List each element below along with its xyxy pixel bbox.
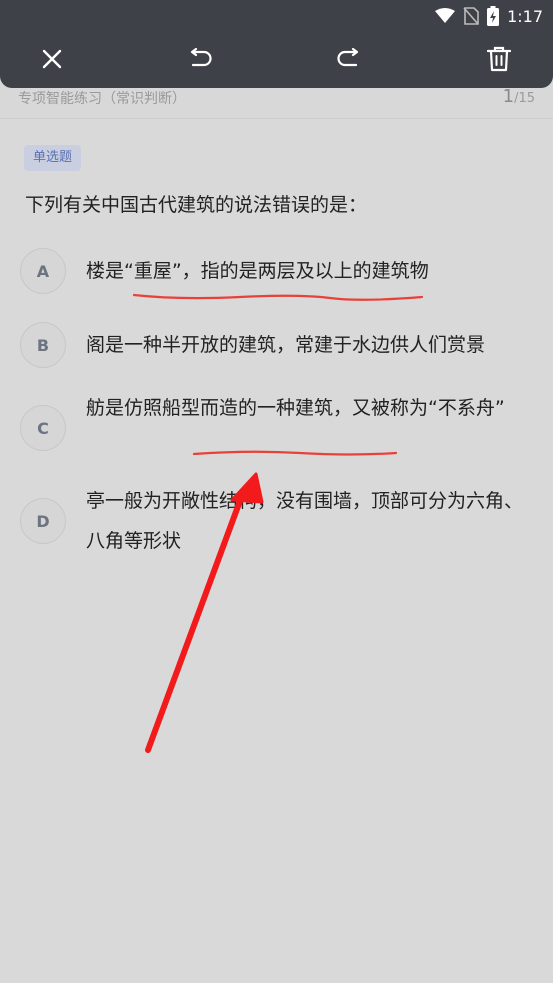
redo-button[interactable] — [334, 44, 364, 74]
status-bar: 1:17 — [435, 4, 543, 28]
option-b-text: 阁是一种半开放的建筑，常建于水边供人们赏景 — [86, 334, 486, 356]
delete-button[interactable] — [484, 44, 514, 74]
redo-icon — [337, 48, 359, 67]
option-b[interactable]: B 阁是一种半开放的建筑，常建于水边供人们赏景 — [20, 322, 540, 368]
option-a-text: 楼是“重屋”，指的是两层及以上的建筑物 — [86, 260, 429, 282]
underline-option-a — [132, 293, 424, 301]
wifi-icon — [435, 8, 456, 23]
current-question-number: 1 — [502, 86, 515, 107]
question-type-badge: 单选题 — [24, 145, 82, 171]
option-b-letter: B — [20, 322, 66, 368]
trash-icon — [487, 46, 511, 72]
undo-button[interactable] — [185, 44, 215, 74]
close-icon — [42, 49, 62, 69]
close-button[interactable] — [37, 44, 67, 74]
option-a[interactable]: A 楼是“重屋”，指的是两层及以上的建筑物 — [20, 248, 540, 294]
status-time: 1:17 — [507, 6, 543, 26]
option-d[interactable]: D 亭一般为开敞性结构，没有围墙，顶部可分为六角、八角等形状 — [20, 490, 540, 584]
option-d-text: 亭一般为开敞性结构，没有围墙，顶部可分为六角、八角等形状 — [86, 490, 524, 552]
question-counter: 1/15 — [503, 86, 535, 107]
undo-icon — [190, 48, 212, 67]
option-c-letter: C — [20, 405, 66, 451]
question-text: 下列有关中国古代建筑的说法错误的是： — [25, 194, 368, 216]
practice-title: 专项智能练习（常识判断） — [18, 91, 186, 107]
total-questions: /15 — [514, 91, 535, 106]
battery-charging-icon — [487, 6, 500, 26]
no-sim-icon — [463, 7, 479, 25]
top-toolbar: 1:17 — [0, 0, 553, 88]
option-c[interactable]: C 舫是仿照船型而造的一种建筑，又被称为“不系舟” — [20, 397, 540, 491]
option-a-letter: A — [20, 248, 66, 294]
option-c-text: 舫是仿照船型而造的一种建筑，又被称为“不系舟” — [86, 397, 505, 419]
option-d-letter: D — [20, 498, 66, 544]
